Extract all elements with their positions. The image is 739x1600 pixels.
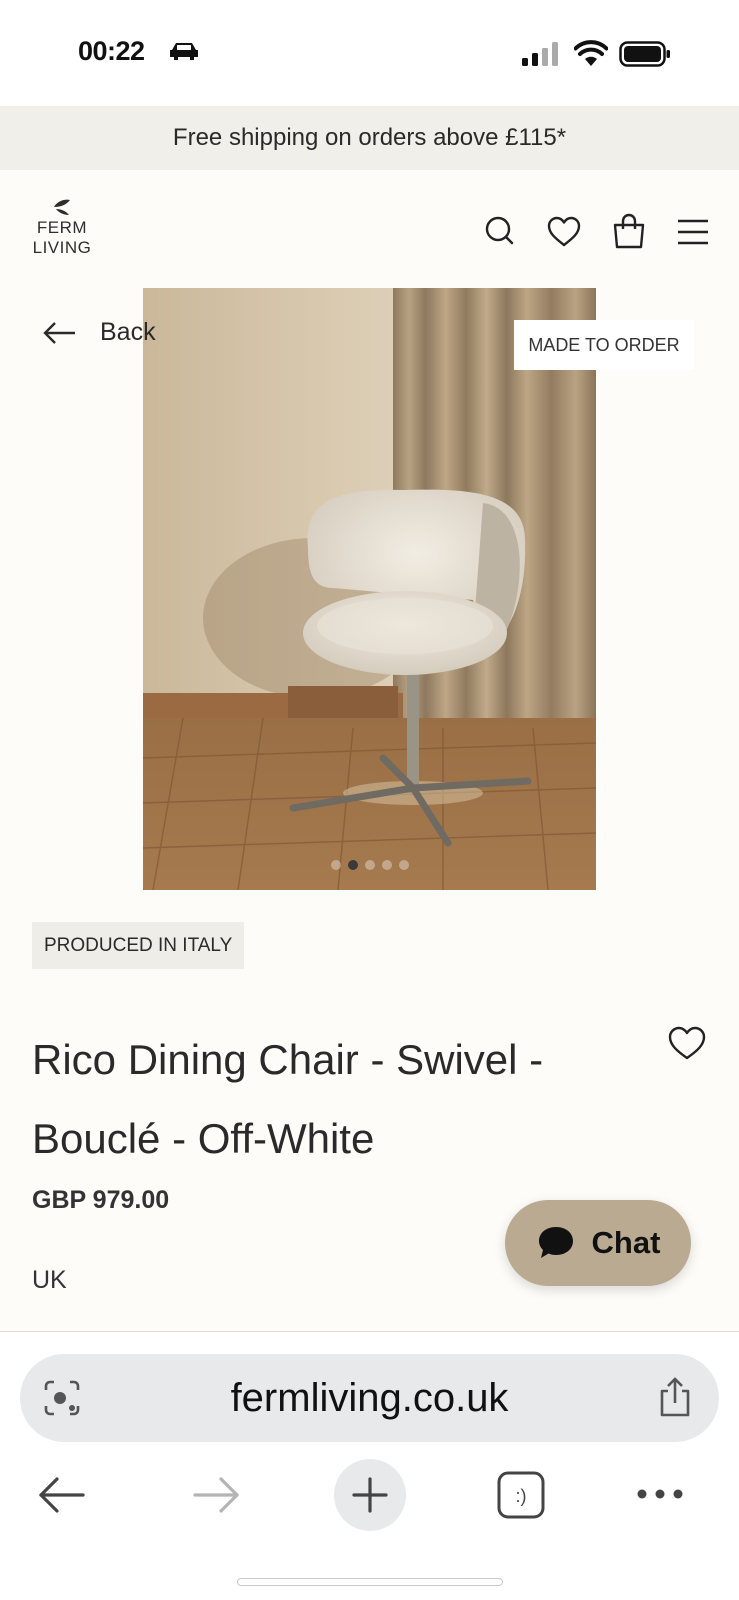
logo-line-1: FERM	[36, 218, 88, 237]
search-icon	[485, 216, 514, 245]
gallery-dots[interactable]	[331, 860, 409, 870]
origin-badge: PRODUCED IN ITALY	[32, 922, 245, 969]
signal-icon	[522, 42, 558, 66]
tabs-icon[interactable]: :)	[496, 1470, 546, 1520]
status-time: 00:22	[78, 36, 145, 66]
product-title: Rico Dining Chair - Swivel - Bouclé - Of…	[32, 1036, 544, 1162]
product-image[interactable]	[143, 288, 596, 890]
origin-label: PRODUCED IN ITALY	[44, 934, 233, 956]
back-arrow-icon[interactable]	[35, 1472, 89, 1518]
add-to-wishlist-button[interactable]	[666, 1023, 708, 1063]
address-bar[interactable]: fermliving.co.uk	[20, 1354, 719, 1442]
logo-line-2: LIVING	[32, 238, 92, 257]
plus-icon	[352, 1477, 388, 1513]
promo-banner[interactable]: Free shipping on orders above £115*	[0, 106, 739, 170]
bag-icon	[613, 213, 645, 249]
menu-button[interactable]	[674, 213, 712, 251]
menu-icon	[678, 219, 708, 245]
gallery-dot[interactable]	[348, 860, 358, 870]
search-button[interactable]	[482, 213, 520, 251]
forward-arrow-icon[interactable]	[189, 1472, 243, 1518]
chat-button[interactable]: Chat	[505, 1200, 691, 1286]
made-to-order-label: MADE TO ORDER	[528, 334, 680, 355]
gallery-dot[interactable]	[399, 860, 409, 870]
tabs-glyph: :)	[516, 1486, 527, 1506]
site-header: FERM LIVING	[0, 170, 739, 288]
heart-icon	[668, 1026, 706, 1060]
arrow-left-icon	[43, 321, 75, 344]
heart-icon	[547, 216, 581, 247]
status-bar: 00:22	[0, 0, 739, 106]
brand-logo[interactable]: FERM LIVING	[28, 198, 96, 258]
chair-photo	[143, 288, 596, 890]
product-price: GBP 979.00	[32, 1186, 170, 1214]
chat-bubble-icon	[538, 1227, 573, 1258]
battery-icon	[619, 41, 670, 67]
made-to-order-badge: MADE TO ORDER	[514, 320, 694, 370]
more-icon[interactable]	[636, 1482, 684, 1506]
gallery-dot[interactable]	[382, 860, 392, 870]
gallery-dot[interactable]	[331, 860, 341, 870]
shipping-country: UK	[32, 1266, 67, 1294]
leaf-icon	[54, 199, 70, 215]
home-indicator	[237, 1578, 503, 1586]
back-link[interactable]: Back	[42, 318, 156, 347]
new-tab-button[interactable]	[334, 1459, 406, 1531]
wishlist-button[interactable]	[545, 213, 583, 251]
gallery-dot[interactable]	[365, 860, 375, 870]
browser-toolbar: fermliving.co.uk :)	[0, 1332, 739, 1600]
url-text: fermliving.co.uk	[230, 1375, 509, 1420]
cart-button[interactable]	[610, 213, 648, 251]
chat-label: Chat	[591, 1225, 661, 1260]
wifi-icon	[574, 40, 608, 66]
share-icon[interactable]	[656, 1376, 694, 1418]
promo-text: Free shipping on orders above £115*	[172, 124, 567, 151]
back-label: Back	[100, 318, 156, 346]
car-icon	[170, 43, 198, 60]
